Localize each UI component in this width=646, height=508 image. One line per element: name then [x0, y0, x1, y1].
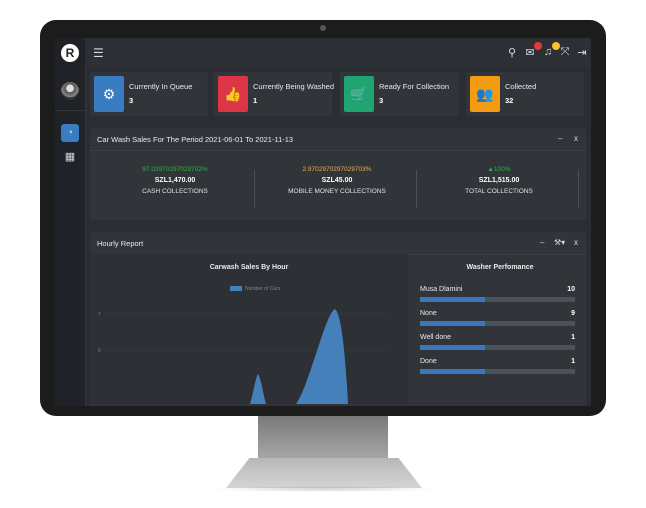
panel-header: Car Wash Sales For The Period 2021-06-01… — [90, 128, 586, 151]
divider — [578, 170, 579, 208]
monitor-stand-neck — [258, 416, 388, 460]
stat-label: Currently In Queue — [129, 82, 193, 91]
top-bar: ☰ ⚲ ✉ ♫ ⤧ ⇥ ▦ — [85, 38, 591, 68]
stat-card-queue[interactable]: ⚙ Currently In Queue 3 — [90, 72, 208, 116]
app-logo[interactable]: R — [61, 44, 79, 62]
washer-count: 1 — [571, 358, 575, 365]
stat-label: Ready For Collection — [379, 82, 450, 91]
screen: R ◔ ▦ ☰ ⚲ ✉ ♫ ⤧ ⇥ ▦ ⚙ Currently In Queue… — [55, 38, 591, 406]
divider — [254, 170, 255, 208]
expand-icon[interactable]: ⤧ — [558, 46, 572, 59]
performance-row: Well done 1 — [420, 334, 575, 354]
sales-column-cash: 97.02970297029702% SZL1,470.00 CASH COLL… — [100, 166, 250, 195]
progress-track — [420, 345, 575, 350]
washer-name: Done — [420, 358, 437, 365]
sales-column-mobile: 2.9702970297029703% SZL45.00 MOBILE MONE… — [262, 166, 412, 195]
sales-amount: SZL45.00 — [321, 177, 353, 184]
logout-icon[interactable]: ⇥ — [575, 46, 589, 59]
performance-title: Washer Perfomance — [466, 264, 534, 271]
hourly-report-panel: Hourly Report – ⚒▾ x Carwash Sales By Ho… — [90, 232, 586, 406]
stat-value: 32 — [505, 96, 514, 105]
sidebar-item-apps[interactable]: ▦ — [61, 148, 79, 166]
washer-count: 10 — [567, 286, 575, 293]
minimize-icon[interactable]: – — [558, 134, 562, 143]
sidebar: R ◔ ▦ — [55, 38, 86, 406]
area-peak-large — [296, 309, 348, 404]
sales-percent: 97.02970297029702% — [142, 166, 208, 173]
performance-row: None 9 — [420, 310, 575, 330]
sales-caption: MOBILE MONEY COLLECTIONS — [288, 188, 386, 195]
progress-track — [420, 321, 575, 326]
hourly-chart: Carwash Sales By Hour Number of Cars 7 6 — [90, 254, 408, 404]
sales-caption: TOTAL COLLECTIONS — [465, 188, 533, 195]
progress-fill — [420, 321, 486, 326]
area-peak-small — [250, 374, 266, 404]
avatar[interactable] — [61, 82, 79, 100]
panel-title: Car Wash Sales For The Period 2021-06-01… — [97, 135, 294, 144]
search-icon[interactable]: ⚲ — [505, 46, 519, 59]
y-tick-label: 7 — [98, 312, 101, 318]
washer-name: Well done — [420, 334, 452, 341]
stat-label: Collected — [505, 82, 537, 91]
stat-value: 3 — [379, 96, 384, 105]
performance-row: Musa Dlamini 10 — [420, 286, 575, 306]
stat-card-collected[interactable]: 👥 Collected 32 — [466, 72, 584, 116]
sales-panel: Car Wash Sales For The Period 2021-06-01… — [90, 128, 586, 220]
webcam — [320, 25, 326, 31]
cart-icon: 🛒 — [344, 76, 374, 112]
hamburger-icon[interactable]: ☰ — [93, 46, 104, 60]
chat-icon[interactable]: ✉ — [523, 42, 542, 59]
dashboard-icon: ◔ — [66, 127, 74, 139]
monitor-frame: R ◔ ▦ ☰ ⚲ ✉ ♫ ⤧ ⇥ ▦ ⚙ Currently In Queue… — [40, 20, 606, 416]
progress-track — [420, 369, 575, 374]
progress-fill — [420, 297, 486, 302]
chart-svg: 7 6 — [98, 309, 390, 404]
monitor-stand-base — [226, 458, 422, 488]
close-icon[interactable]: x — [574, 238, 578, 247]
users-icon: 👥 — [470, 76, 500, 112]
progress-track — [420, 297, 575, 302]
close-icon[interactable]: x — [574, 134, 578, 143]
stand-shadow — [210, 486, 438, 492]
stat-value: 3 — [129, 96, 134, 105]
sidebar-divider — [55, 110, 85, 111]
washer-name: Musa Dlamini — [420, 286, 463, 293]
stat-label: Currently Being Washed — [253, 82, 335, 91]
gear-icon: ⚙ — [94, 76, 124, 112]
wrench-icon[interactable]: ⚒▾ — [554, 238, 565, 247]
apps-grid-icon: ▦ — [64, 151, 76, 163]
progress-fill — [420, 345, 486, 350]
bell-icon[interactable]: ♫ — [541, 42, 560, 58]
stat-card-ready[interactable]: 🛒 Ready For Collection 3 — [340, 72, 458, 116]
performance-row: Done 1 — [420, 358, 575, 378]
sales-column-total: ▲100% SZL1,515.00 TOTAL COLLECTIONS — [424, 166, 574, 195]
washer-count: 1 — [571, 334, 575, 341]
panel-header: Hourly Report – ⚒▾ x — [90, 232, 586, 255]
grid-icon[interactable]: ▦ — [590, 46, 591, 59]
sales-caption: CASH COLLECTIONS — [142, 188, 208, 195]
divider — [416, 170, 417, 208]
panel-title: Hourly Report — [97, 239, 144, 248]
washer-count: 9 — [571, 310, 575, 317]
stat-card-washing[interactable]: 👍 Currently Being Washed 1 — [214, 72, 335, 116]
minimize-icon[interactable]: – — [540, 238, 544, 247]
sidebar-item-dashboard[interactable]: ◔ — [61, 124, 79, 142]
sales-percent: 2.9702970297029703% — [302, 166, 372, 173]
stat-value: 1 — [253, 96, 258, 105]
sales-amount: SZL1,515.00 — [478, 177, 520, 184]
sales-amount: SZL1,470.00 — [154, 177, 196, 184]
thumbs-up-icon: 👍 — [218, 76, 248, 112]
washer-name: None — [420, 310, 437, 317]
progress-fill — [420, 369, 486, 374]
y-tick-label: 6 — [98, 348, 101, 354]
sales-percent: ▲100% — [487, 166, 511, 173]
